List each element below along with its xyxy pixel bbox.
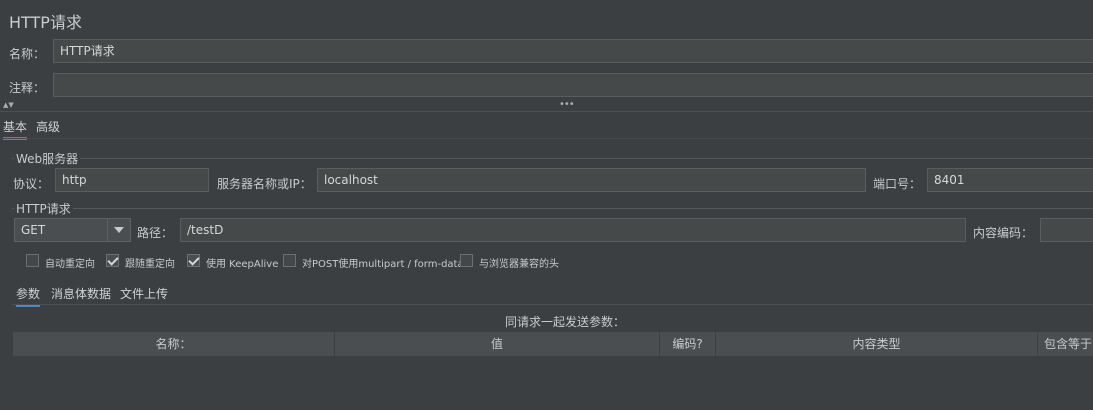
comment-input[interactable] [53, 73, 1093, 97]
http-request-group-border [12, 208, 1093, 209]
checkbox-keepalive[interactable] [187, 254, 200, 267]
sub-tab-divider [12, 304, 1093, 305]
name-input[interactable]: HTTP请求 [53, 39, 1093, 63]
method-value: GET [21, 223, 46, 237]
auto-redirect-label: 自动重定向 [45, 259, 95, 270]
encoding-label: 内容编码： [973, 226, 1034, 240]
keepalive-label: 使用 KeepAlive [206, 259, 279, 270]
port-input[interactable]: 8401 [927, 168, 1093, 192]
splitter-line [0, 111, 1093, 112]
column-header-include-equals[interactable]: 包含等于? [1038, 332, 1093, 356]
port-label: 端口号： [873, 177, 922, 191]
collapse-arrows-icon[interactable]: ▲▼ [3, 101, 14, 109]
comment-label: 注释： [9, 81, 46, 95]
column-header-content-type[interactable]: 内容类型 [716, 332, 1038, 356]
method-select[interactable]: GET [14, 218, 131, 242]
follow-redirect-label: 跟随重定向 [125, 259, 175, 270]
path-input[interactable]: /testD [180, 218, 966, 242]
tab-file-upload[interactable]: 文件上传 [120, 285, 168, 302]
params-caption: 同请求一起发送参数： [504, 315, 625, 329]
chevron-down-icon[interactable] [107, 219, 130, 241]
tab-body-data[interactable]: 消息体数据 [51, 285, 111, 302]
server-input[interactable]: localhost [317, 168, 866, 192]
server-label: 服务器名称或IP： [217, 177, 312, 191]
page-title: HTTP请求 [9, 13, 82, 32]
browser-headers-label: 与浏览器兼容的头 [479, 259, 559, 270]
checkbox-multipart[interactable] [283, 254, 296, 267]
http-request-group-title: HTTP请求 [14, 200, 73, 217]
path-label: 路径： [137, 226, 174, 240]
tab-basic[interactable]: 基本 [3, 118, 28, 140]
multipart-label: 对POST使用multipart / form-data [302, 259, 464, 270]
name-label: 名称： [9, 47, 46, 61]
web-server-group-title: Web服务器 [14, 150, 81, 167]
tab-advanced[interactable]: 高级 [36, 118, 60, 135]
column-header-encode[interactable]: 编码? [660, 332, 716, 356]
checkbox-follow-redirect[interactable] [106, 254, 119, 267]
encoding-input[interactable] [1040, 218, 1093, 242]
protocol-input[interactable]: http [55, 168, 209, 192]
checkbox-auto-redirect[interactable] [26, 254, 39, 267]
checkbox-browser-headers[interactable] [460, 254, 473, 267]
web-server-group-border [12, 158, 1093, 159]
splitter-handle-icon[interactable]: ••• [559, 100, 575, 110]
column-header-name[interactable]: 名称： [13, 332, 335, 356]
tab-divider [0, 138, 1093, 139]
column-header-value[interactable]: 值 [335, 332, 660, 356]
protocol-label: 协议： [13, 177, 50, 191]
